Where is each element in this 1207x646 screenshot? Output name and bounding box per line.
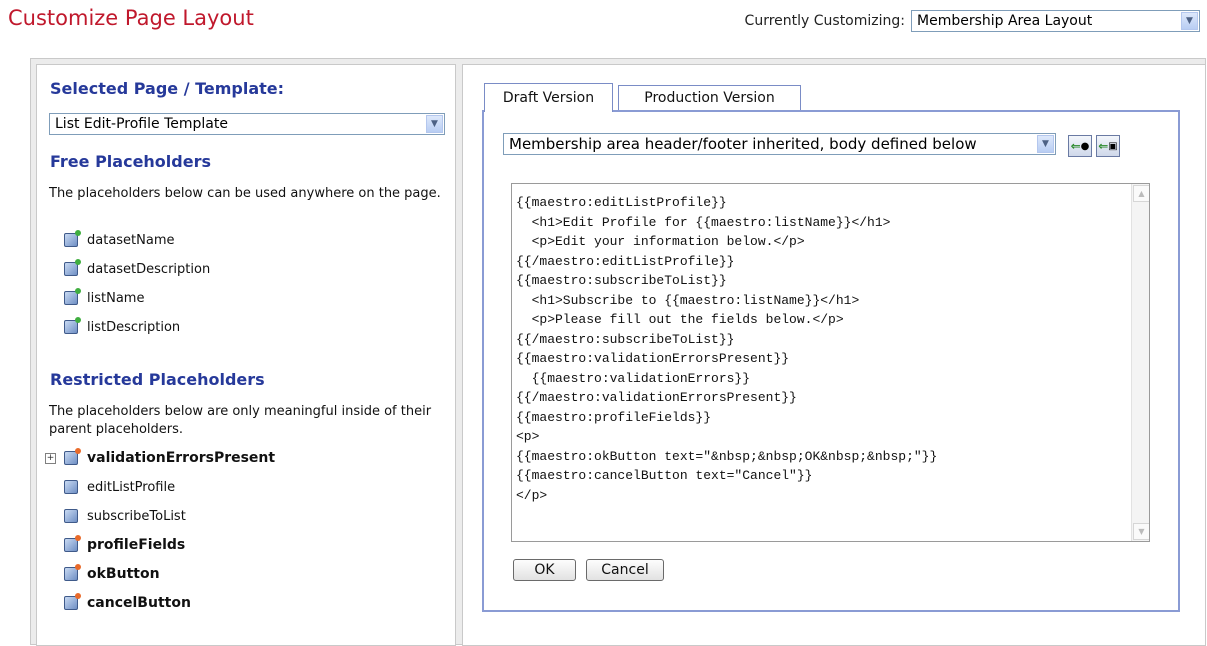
placeholder-item[interactable]: editListProfile — [64, 477, 175, 497]
placeholder-icon — [64, 480, 78, 494]
placeholder-item[interactable]: datasetName — [64, 230, 175, 250]
placeholder-label: cancelButton — [87, 595, 191, 611]
placeholder-item[interactable]: subscribeToList — [64, 506, 186, 526]
page-title: Customize Page Layout — [8, 6, 254, 30]
chevron-down-icon[interactable]: ▼ — [426, 115, 443, 133]
customizing-select[interactable]: Membership Area Layout ▼ — [911, 10, 1200, 32]
placeholder-icon — [64, 535, 81, 552]
tab-label: Production Version — [644, 90, 775, 106]
placeholder-icon — [64, 317, 81, 334]
restricted-placeholders-heading: Restricted Placeholders — [50, 370, 265, 389]
placeholder-icon — [64, 230, 81, 247]
free-placeholders-description: The placeholders below can be used anywh… — [49, 186, 441, 201]
expand-plus-icon[interactable]: + — [45, 453, 56, 464]
editor-text[interactable]: {{maestro:editListProfile}} <h1>Edit Pro… — [512, 184, 1149, 505]
cancel-button[interactable]: Cancel — [586, 559, 664, 581]
placeholder-item[interactable]: cancelButton — [64, 593, 191, 613]
layout-mode-select[interactable]: Membership area header/footer inherited,… — [503, 133, 1056, 155]
placeholder-label: subscribeToList — [87, 508, 186, 524]
tab-draft-version[interactable]: Draft Version — [484, 83, 613, 112]
placeholder-icon — [64, 448, 81, 465]
placeholder-label: listDescription — [87, 319, 181, 335]
left-panel: Selected Page / Template: List Edit-Prof… — [36, 64, 456, 646]
placeholder-item[interactable]: validationErrorsPresent — [64, 448, 275, 468]
placeholder-icon — [64, 259, 81, 276]
chevron-down-icon[interactable]: ▼ — [1181, 12, 1198, 30]
placeholder-item[interactable]: datasetDescription — [64, 259, 210, 279]
placeholder-label: listName — [87, 290, 145, 306]
restricted-placeholders-description: The placeholders below are only meaningf… — [49, 404, 432, 437]
placeholder-label: validationErrorsPresent — [87, 450, 276, 466]
ok-button[interactable]: OK — [513, 559, 576, 581]
customizing-label: Currently Customizing: — [744, 13, 905, 29]
placeholder-item[interactable]: profileFields — [64, 535, 185, 555]
insert-template-icon[interactable]: ⇐ ▣ — [1096, 135, 1120, 157]
placeholder-label: okButton — [87, 566, 160, 582]
insert-link-icon[interactable]: ⇐ ● — [1068, 135, 1092, 157]
scroll-down-icon[interactable]: ▼ — [1133, 523, 1149, 540]
placeholder-label: profileFields — [87, 537, 186, 553]
placeholder-item[interactable]: okButton — [64, 564, 160, 584]
selected-page-heading: Selected Page / Template: — [50, 79, 285, 98]
editor-scrollbar[interactable]: ▲ ▼ — [1131, 184, 1149, 541]
placeholder-icon — [64, 509, 78, 523]
placeholder-icon — [64, 593, 81, 610]
placeholder-label: editListProfile — [87, 479, 176, 495]
customizing-value: Membership Area Layout — [917, 13, 1093, 29]
layout-mode-value: Membership area header/footer inherited,… — [509, 135, 977, 153]
template-select[interactable]: List Edit-Profile Template ▼ — [49, 113, 445, 135]
placeholder-icon — [64, 564, 81, 581]
free-placeholders-heading: Free Placeholders — [50, 152, 211, 171]
customizing-selector: Currently Customizing: Membership Area L… — [745, 9, 1200, 33]
chevron-down-icon[interactable]: ▼ — [1037, 135, 1054, 153]
placeholder-item[interactable]: listDescription — [64, 317, 180, 337]
layout-code-editor[interactable]: {{maestro:editListProfile}} <h1>Edit Pro… — [511, 183, 1150, 542]
placeholder-icon — [64, 288, 81, 305]
placeholder-label: datasetName — [87, 232, 175, 248]
tab-label: Draft Version — [502, 90, 595, 106]
template-select-value: List Edit-Profile Template — [55, 116, 228, 132]
tab-production-version[interactable]: Production Version — [618, 85, 801, 110]
placeholder-item[interactable]: listName — [64, 288, 144, 308]
scroll-up-icon[interactable]: ▲ — [1133, 185, 1149, 202]
placeholder-label: datasetDescription — [87, 261, 211, 277]
